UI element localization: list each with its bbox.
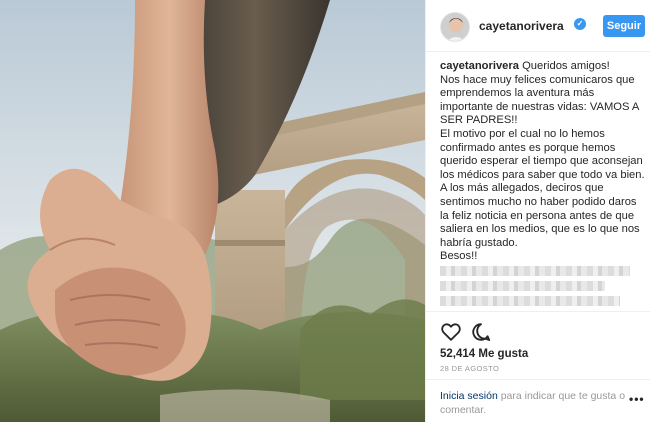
blurred-comment-line — [440, 296, 620, 306]
caption-line: Besos!! — [440, 250, 478, 263]
verified-badge-icon: ✓ — [574, 18, 586, 30]
avatar[interactable] — [440, 12, 470, 42]
login-prompt: Inicia sesión para indicar que te gusta … — [440, 389, 628, 417]
comment-icon[interactable] — [470, 321, 492, 343]
post-caption: cayetanorivera Queridos amigos! Nos hace… — [440, 60, 645, 264]
blurred-comment-line — [440, 266, 630, 276]
post-details-panel: cayetanorivera ✓ Seguir cayetanorivera Q… — [425, 0, 650, 422]
avatar-image — [441, 13, 469, 41]
login-link[interactable]: Inicia sesión — [440, 390, 498, 402]
post-photo[interactable] — [0, 0, 425, 422]
username[interactable]: cayetanorivera — [479, 19, 564, 33]
heart-icon[interactable] — [440, 321, 462, 343]
follow-button[interactable]: Seguir — [603, 15, 645, 37]
post-photo-image — [0, 0, 425, 422]
likes-count[interactable]: 52,414 Me gusta — [440, 348, 528, 360]
blurred-comment-line — [440, 281, 605, 291]
post-date: 28 DE AGOSTO — [440, 364, 500, 373]
caption-line: A los más allegados, deciros que sentimo… — [440, 182, 640, 249]
caption-line: Nos hace muy felices comunicaros que emp… — [440, 73, 639, 127]
more-options-icon[interactable]: ••• — [629, 392, 645, 406]
blurred-comments — [440, 266, 640, 311]
caption-author[interactable]: cayetanorivera — [440, 60, 519, 72]
post-header: cayetanorivera ✓ Seguir — [426, 0, 650, 52]
caption-line: Queridos amigos! — [522, 60, 610, 72]
caption-line: El motivo por el cual no lo hemos confir… — [440, 127, 645, 181]
post-footer: Inicia sesión para indicar que te gusta … — [426, 379, 650, 422]
